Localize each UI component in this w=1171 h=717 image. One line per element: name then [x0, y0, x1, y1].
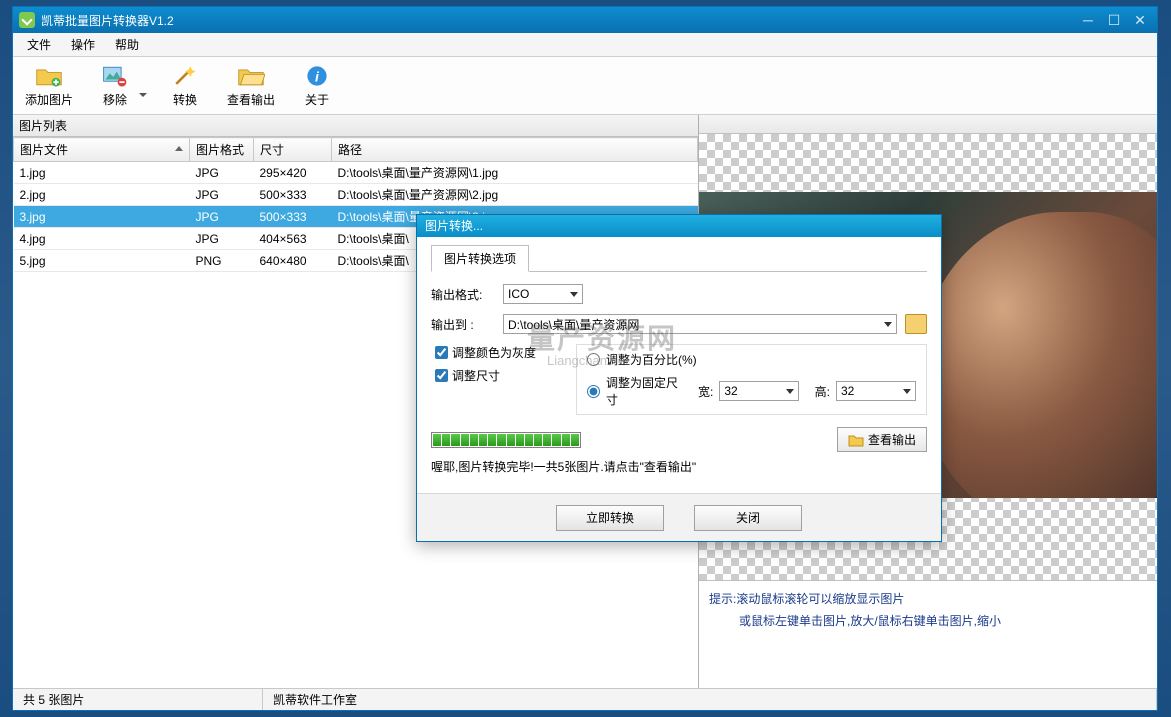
tip-line-2: 或鼠标左键单击图片,放大/鼠标右键单击图片,缩小: [709, 611, 1147, 633]
folder-plus-icon: [33, 63, 65, 89]
menu-file[interactable]: 文件: [17, 33, 61, 56]
tab-convert-options[interactable]: 图片转换选项: [431, 245, 529, 272]
statusbar: 共 5 张图片 凯蒂软件工作室: [13, 688, 1157, 710]
grayscale-checkbox[interactable]: [435, 346, 448, 359]
folder-icon: [848, 433, 864, 447]
col-path[interactable]: 路径: [332, 138, 698, 162]
col-format[interactable]: 图片格式: [190, 138, 254, 162]
list-header: 图片列表: [13, 115, 698, 137]
chevron-down-icon: [570, 292, 578, 297]
resize-percent-label: 调整为百分比(%): [606, 351, 697, 368]
menu-operation[interactable]: 操作: [61, 33, 105, 56]
col-size[interactable]: 尺寸: [254, 138, 332, 162]
browse-folder-button[interactable]: [905, 314, 927, 334]
height-label: 高:: [815, 383, 830, 400]
close-dialog-button[interactable]: 关闭: [694, 505, 802, 531]
chevron-down-icon: [903, 389, 911, 394]
add-image-button[interactable]: 添加图片: [21, 61, 77, 110]
col-file[interactable]: 图片文件: [14, 138, 190, 162]
convert-button[interactable]: 转换: [165, 61, 205, 110]
about-button[interactable]: i 关于: [297, 61, 337, 110]
format-combo[interactable]: ICO: [503, 284, 583, 304]
app-icon: [19, 12, 35, 28]
resize-fixed-label: 调整为固定尺寸: [606, 374, 679, 408]
resize-label: 调整尺寸: [452, 367, 500, 384]
maximize-button[interactable]: ☐: [1103, 11, 1125, 29]
convert-dialog: 图片转换... 图片转换选项 量产资源网 Liangchan.net 输出格式:…: [416, 214, 942, 542]
status-author: 凯蒂软件工作室: [263, 689, 1157, 710]
view-output-button[interactable]: 查看输出: [223, 61, 279, 110]
minimize-button[interactable]: ─: [1077, 11, 1099, 29]
convert-status: 喔耶,图片转换完毕!一共5张图片.请点击"查看输出": [431, 458, 927, 475]
table-row[interactable]: 2.jpgJPG500×333D:\tools\桌面\量产资源网\2.jpg: [14, 184, 698, 206]
info-icon: i: [301, 63, 333, 89]
remove-button[interactable]: 移除: [95, 61, 135, 110]
resize-fixed-radio[interactable]: [587, 385, 600, 398]
grayscale-label: 调整颜色为灰度: [452, 344, 536, 361]
tips-area: 提示:滚动鼠标滚轮可以缩放显示图片 或鼠标左键单击图片,放大/鼠标右键单击图片,…: [699, 580, 1157, 688]
dialog-title: 图片转换...: [417, 215, 941, 237]
width-combo[interactable]: 32: [719, 381, 799, 401]
dialog-footer: 立即转换 关闭: [417, 493, 941, 541]
dialog-view-output-button[interactable]: 查看输出: [837, 427, 927, 452]
preview-header: [699, 115, 1157, 134]
folder-open-icon: [235, 63, 267, 89]
menu-help[interactable]: 帮助: [105, 33, 149, 56]
titlebar: 凯蒂批量图片转换器V1.2 ─ ☐ ✕: [13, 7, 1157, 33]
chevron-down-icon: [786, 389, 794, 394]
output-label: 输出到 :: [431, 316, 495, 333]
status-count: 共 5 张图片: [13, 689, 263, 710]
image-minus-icon: [99, 63, 131, 89]
progress-bar: [431, 432, 581, 448]
format-label: 输出格式:: [431, 286, 495, 303]
resize-checkbox[interactable]: [435, 369, 448, 382]
table-row[interactable]: 1.jpgJPG295×420D:\tools\桌面\量产资源网\1.jpg: [14, 162, 698, 184]
output-path-combo[interactable]: D:\tools\桌面\量产资源网: [503, 314, 897, 334]
chevron-down-icon: [884, 322, 892, 327]
sort-asc-icon: [175, 146, 183, 151]
wand-icon: [169, 63, 201, 89]
window-title: 凯蒂批量图片转换器V1.2: [41, 12, 1077, 29]
tip-line-1: 提示:滚动鼠标滚轮可以缩放显示图片: [709, 589, 1147, 611]
remove-dropdown[interactable]: [139, 93, 147, 97]
height-combo[interactable]: 32: [836, 381, 916, 401]
toolbar: 添加图片 移除 转换 查看输出 i: [13, 57, 1157, 115]
menubar: 文件 操作 帮助: [13, 33, 1157, 57]
close-button[interactable]: ✕: [1129, 11, 1151, 29]
resize-percent-radio[interactable]: [587, 353, 600, 366]
width-label: 宽:: [698, 383, 713, 400]
convert-now-button[interactable]: 立即转换: [556, 505, 664, 531]
